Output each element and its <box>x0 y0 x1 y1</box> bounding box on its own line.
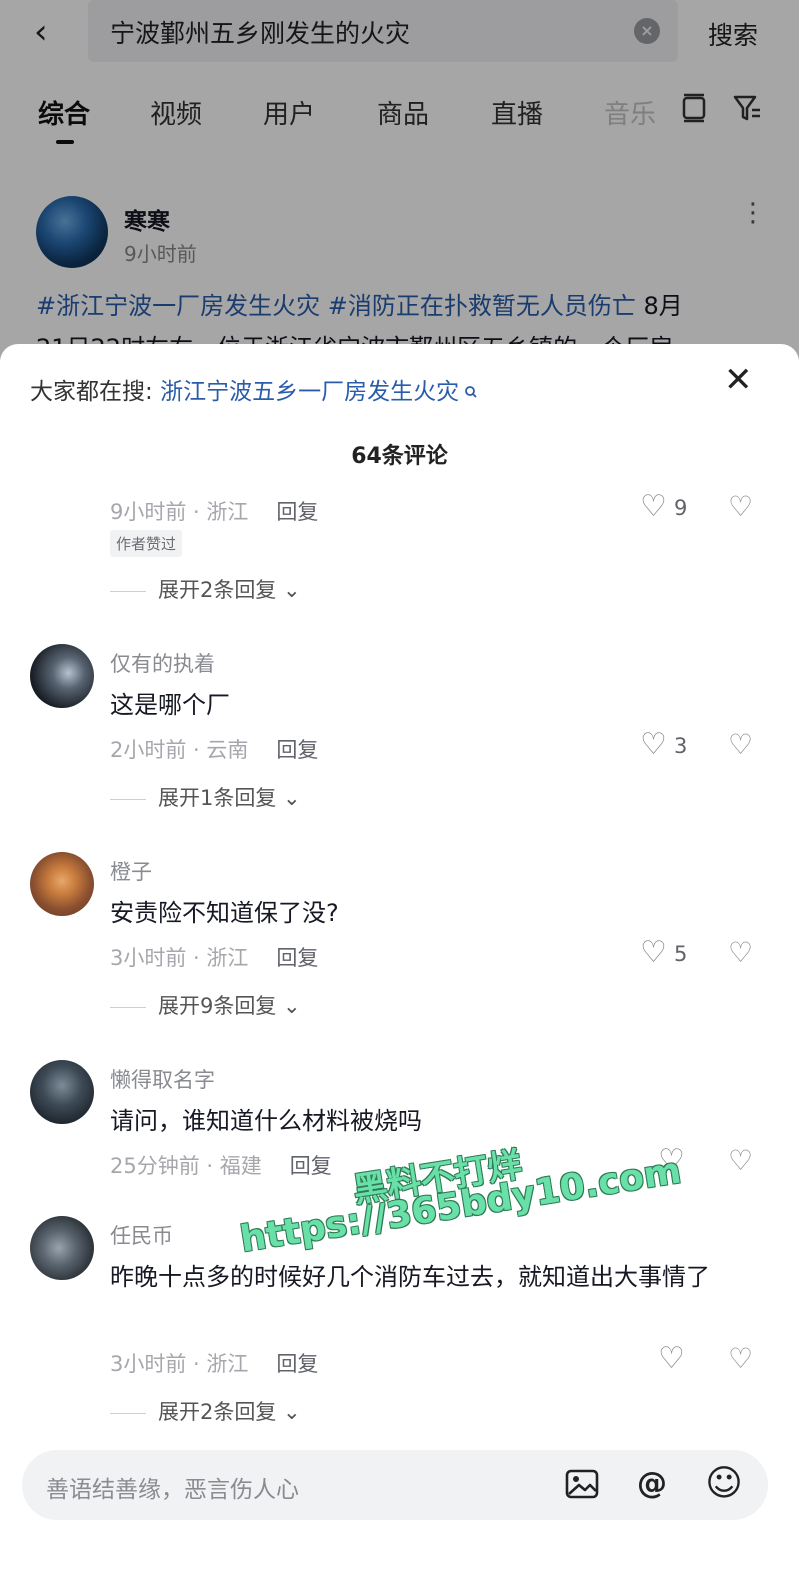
like-count: 9 <box>674 496 688 520</box>
heart-icon[interactable]: ♡ <box>640 938 667 968</box>
expand-replies-button[interactable]: 展开1条回复 ⌄ <box>110 782 301 812</box>
divider <box>110 590 146 592</box>
comment-meta: 9小时前 · 浙江 回复 <box>110 496 318 526</box>
comment-author[interactable]: 橙子 <box>110 856 152 886</box>
expand-replies-button[interactable]: 展开9条回复 ⌄ <box>110 990 301 1020</box>
avatar[interactable] <box>30 1216 94 1280</box>
reply-button[interactable]: 回复 <box>290 1154 332 1178</box>
dislike-icon[interactable]: ♡ <box>728 492 753 522</box>
like-count: 3 <box>674 734 688 758</box>
heart-icon[interactable]: ♡ <box>640 730 667 760</box>
comment-time-location: 2小时前 · 云南 <box>110 738 249 762</box>
image-icon[interactable] <box>562 1464 602 1504</box>
avatar[interactable] <box>30 852 94 916</box>
comment-author[interactable]: 任民币 <box>110 1220 173 1250</box>
dislike-icon[interactable]: ♡ <box>728 730 753 760</box>
comment-author[interactable]: 仅有的执着 <box>110 648 215 678</box>
expand-replies-label[interactable]: 展开2条回复 ⌄ <box>158 578 301 602</box>
author-liked-badge: 作者赞过 <box>110 530 183 557</box>
reply-button[interactable]: 回复 <box>276 738 318 762</box>
comment-meta: 3小时前 · 浙江 回复 <box>110 942 318 972</box>
reply-button[interactable]: 回复 <box>276 500 318 524</box>
expand-replies-label[interactable]: 展开2条回复 ⌄ <box>158 1400 301 1424</box>
expand-replies-label[interactable]: 展开1条回复 ⌄ <box>158 786 301 810</box>
comment-input[interactable]: 善语结善缘，恶言伤人心 @ ☺ <box>22 1450 768 1520</box>
comment-count-title: 64条评论 <box>351 444 448 469</box>
hot-search-link[interactable]: 浙江宁波五乡一厂房发生火灾 <box>160 379 459 405</box>
comment-text: 这是哪个厂 <box>110 691 230 719</box>
like-count: 5 <box>674 942 688 966</box>
heart-icon[interactable]: ♡ <box>640 492 667 522</box>
comment-time-location: 3小时前 · 浙江 <box>110 1352 249 1376</box>
comment-item: 橙子 安责险不知道保了没? 3小时前 · 浙江 回复 ♡ 5 ♡ 展开9条回复 ⌄ <box>0 852 799 1022</box>
expand-replies-button[interactable]: 展开2条回复 ⌄ <box>110 574 301 604</box>
comment-text: 安责险不知道保了没? <box>110 899 339 927</box>
dislike-icon[interactable]: ♡ <box>728 1344 753 1374</box>
search-icon <box>459 386 477 403</box>
comment-time-location: 9小时前 · 浙江 <box>110 500 249 524</box>
avatar[interactable] <box>30 1060 94 1124</box>
avatar[interactable] <box>30 644 94 708</box>
bottom-safe-area <box>0 1530 799 1590</box>
emoji-icon[interactable]: ☺ <box>704 1464 744 1504</box>
mention-icon[interactable]: @ <box>632 1464 672 1504</box>
comment-text: 请问，谁知道什么材料被烧吗 <box>110 1107 422 1135</box>
comment-meta: 2小时前 · 云南 回复 <box>110 734 318 764</box>
hot-search: 大家都在搜: 浙江宁波五乡一厂房发生火灾 <box>30 372 478 406</box>
comment-meta: 25分钟前 · 福建 回复 <box>110 1150 332 1180</box>
expand-replies-button[interactable]: 展开2条回复 ⌄ <box>110 1396 301 1426</box>
comment-meta: 3小时前 · 浙江 回复 <box>110 1348 318 1378</box>
divider <box>110 1006 146 1008</box>
comment-time-location: 25分钟前 · 福建 <box>110 1154 262 1178</box>
heart-icon[interactable]: ♡ <box>658 1344 685 1374</box>
comment-item: 9小时前 · 浙江 回复 ♡ 9 ♡ 作者赞过 展开2条回复 ⌄ <box>0 490 799 610</box>
comment-item: 任民币 昨晚十点多的时候好几个消防车过去，就知道出大事情了 3小时前 · 浙江 回… <box>0 1216 799 1436</box>
comment-time-location: 3小时前 · 浙江 <box>110 946 249 970</box>
comment-item: 仅有的执着 这是哪个厂 2小时前 · 云南 回复 ♡ 3 ♡ 展开1条回复 ⌄ <box>0 644 799 814</box>
dislike-icon[interactable]: ♡ <box>728 1146 753 1176</box>
comment-text: 昨晚十点多的时候好几个消防车过去，就知道出大事情了 <box>110 1263 710 1291</box>
reply-button[interactable]: 回复 <box>276 1352 318 1376</box>
comment-sheet: 大家都在搜: 浙江宁波五乡一厂房发生火灾 ✕ 64条评论 9小时前 · 浙江 回复… <box>0 344 799 1590</box>
close-icon[interactable]: ✕ <box>724 360 753 400</box>
reply-button[interactable]: 回复 <box>276 946 318 970</box>
expand-replies-label[interactable]: 展开9条回复 ⌄ <box>158 994 301 1018</box>
divider <box>110 1412 146 1414</box>
dislike-icon[interactable]: ♡ <box>728 938 753 968</box>
comment-author[interactable]: 懒得取名字 <box>110 1064 215 1094</box>
overlay-dim[interactable] <box>0 0 799 360</box>
divider <box>110 798 146 800</box>
hot-search-label: 大家都在搜: <box>30 379 153 405</box>
comment-input-placeholder[interactable]: 善语结善缘，恶言伤人心 <box>46 1470 299 1504</box>
